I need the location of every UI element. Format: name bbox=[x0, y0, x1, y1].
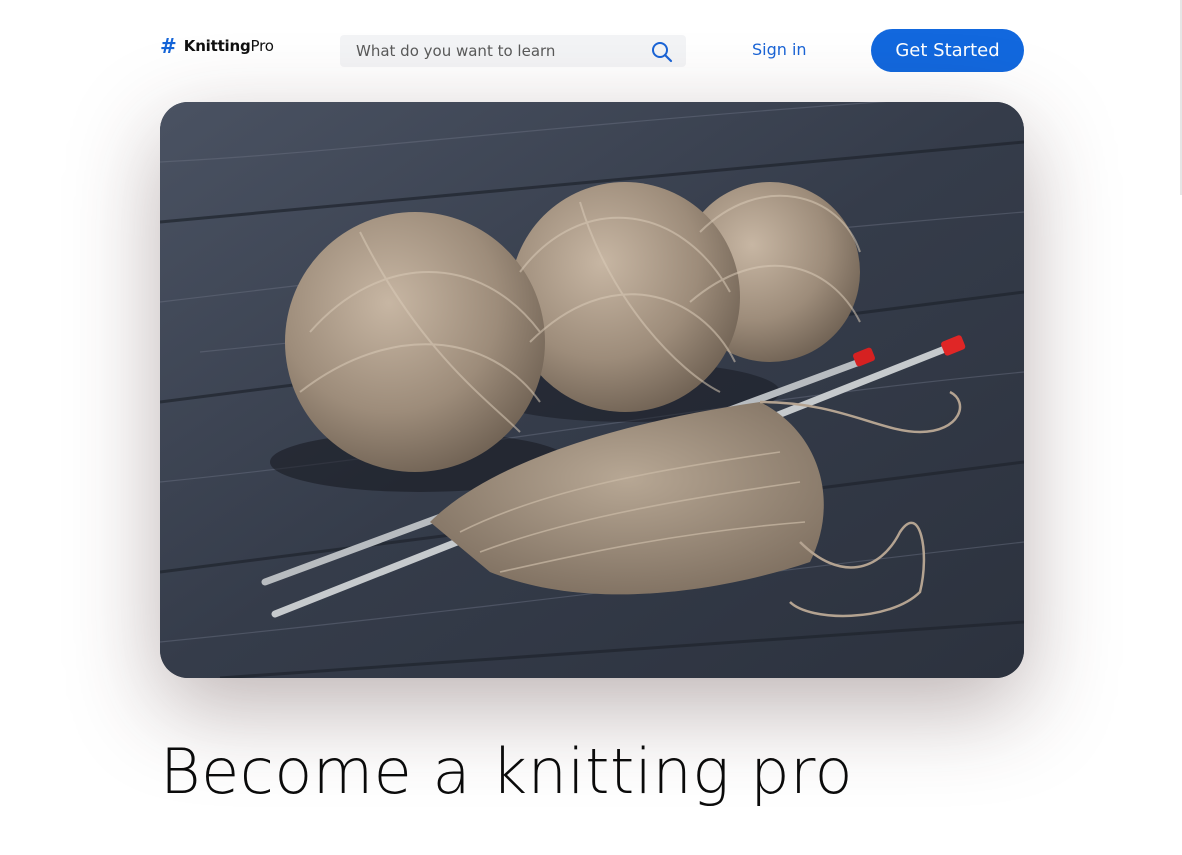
hero-image bbox=[160, 102, 1024, 678]
sign-in-link[interactable]: Sign in bbox=[752, 40, 807, 59]
hash-icon: # bbox=[160, 34, 177, 58]
search-icon[interactable] bbox=[651, 41, 673, 63]
get-started-button[interactable]: Get Started bbox=[871, 29, 1024, 72]
yarn-and-needles-illustration bbox=[160, 102, 1024, 678]
search-bar bbox=[340, 35, 686, 67]
page-headline: Become a knitting pro bbox=[160, 735, 854, 808]
brand-name-light: Pro bbox=[250, 37, 274, 55]
site-logo[interactable]: # KnittingPro bbox=[160, 36, 274, 56]
brand-name: KnittingPro bbox=[184, 37, 274, 55]
brand-name-bold: Knitting bbox=[183, 37, 251, 55]
search-input[interactable] bbox=[340, 41, 638, 61]
